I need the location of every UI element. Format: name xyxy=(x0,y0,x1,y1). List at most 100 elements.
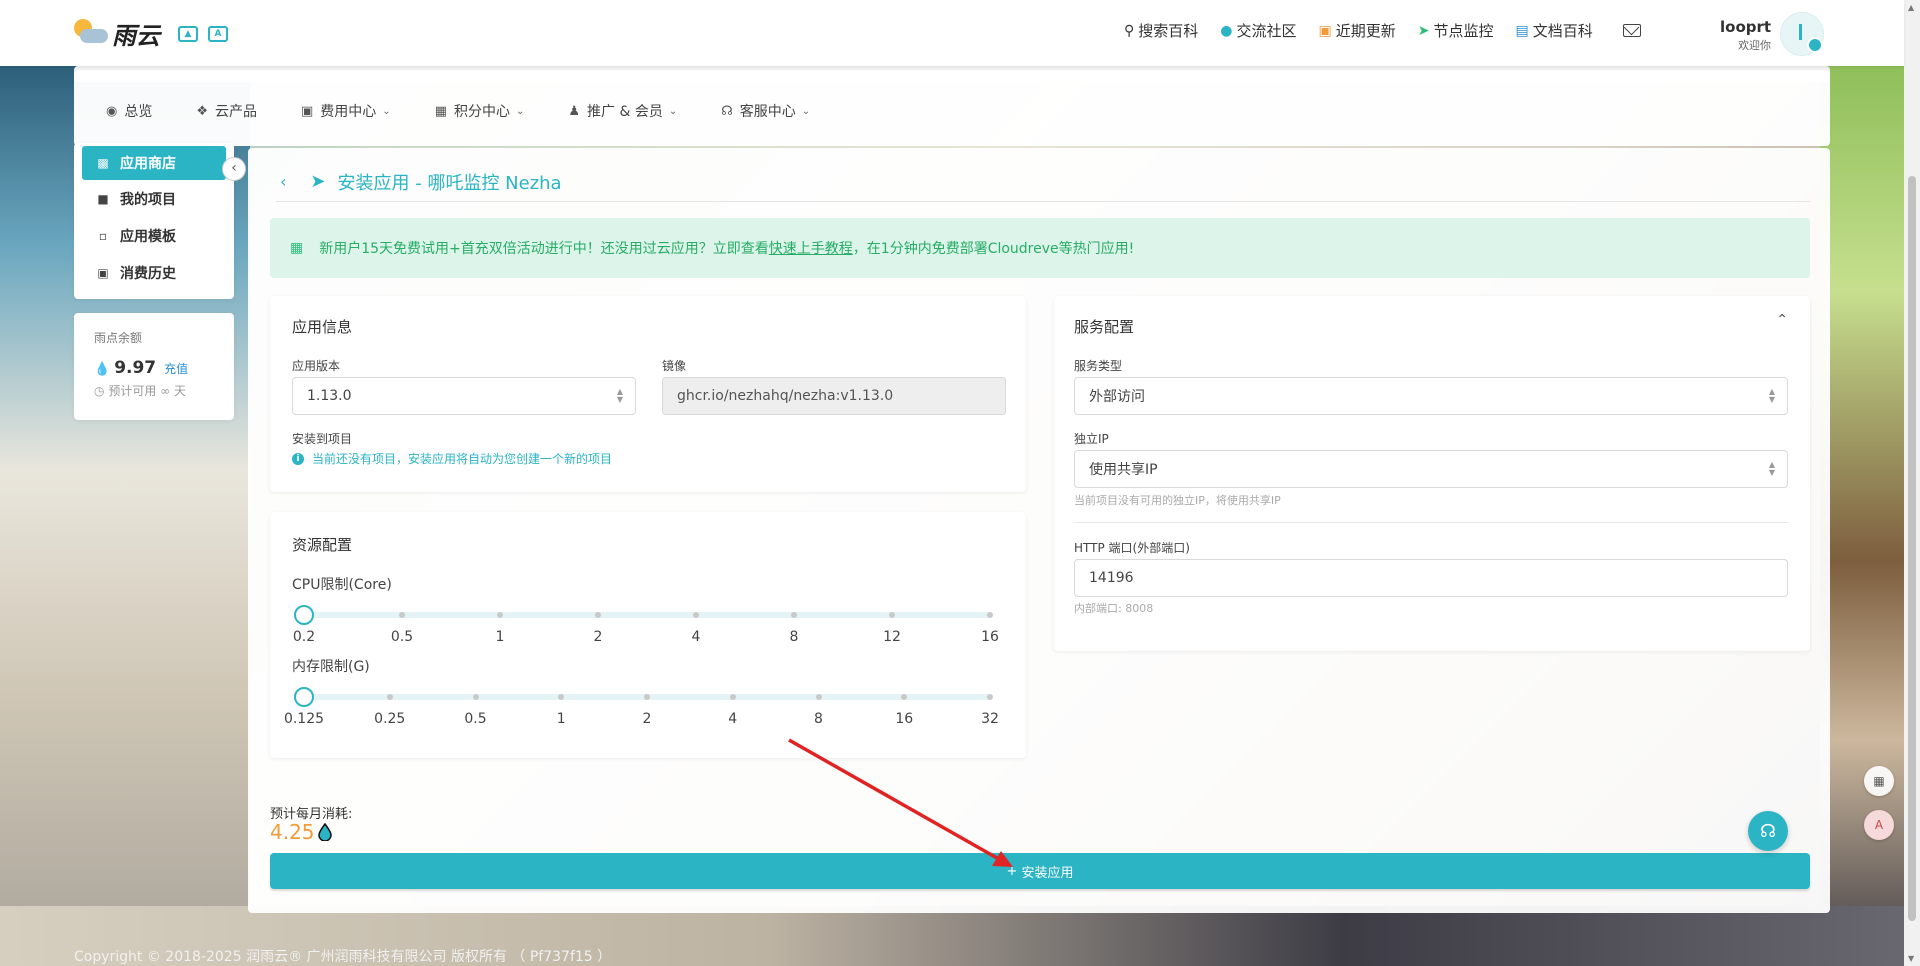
menu-item-overview[interactable]: ◉ 总览 xyxy=(106,101,152,121)
balance-label: 雨点余额 xyxy=(94,331,143,345)
internal-port-hint: 内部端口: 8008 xyxy=(1074,602,1154,615)
project-info: i 当前还没有项目，安装应用将自动为您创建一个新的项目 xyxy=(292,450,612,467)
sidebar-item-history[interactable]: ▣ 消费历史 xyxy=(74,254,234,291)
memory-slider-tick-label: 8 xyxy=(814,711,823,727)
memory-slider-tick-label: 0.25 xyxy=(374,711,406,727)
select-arrows-icon: ▲ ▼ xyxy=(1768,460,1775,477)
quickstart-link[interactable]: 快速上手教程 xyxy=(769,241,853,257)
sidebar-collapse-button[interactable]: ‹ xyxy=(222,157,246,181)
top-link-monitor[interactable]: ➤ 节点监控 xyxy=(1418,20,1494,41)
scroll-thumb[interactable] xyxy=(1908,176,1916,921)
port-input[interactable]: 14196 xyxy=(1074,559,1788,597)
grid-tool-button[interactable]: ▦ xyxy=(1864,766,1894,796)
resources-title: 资源配置 xyxy=(292,536,353,554)
balance-estimate: ◷ 预计可用 ∞ 天 xyxy=(94,384,186,398)
sidebar-item-app-store[interactable]: ▩ 应用商店 xyxy=(82,146,226,180)
recharge-link[interactable]: 充值 xyxy=(164,360,188,377)
gift-icon: ▦ xyxy=(434,103,447,119)
file-icon: ▫ xyxy=(98,228,108,243)
ip-hint: 当前项目没有可用的独立IP，将使用共享IP xyxy=(1074,494,1281,507)
cost-value: 4.25 xyxy=(270,820,332,844)
page-scrollbar[interactable]: ▲ ▼ xyxy=(1904,0,1920,966)
collapse-chevron-icon[interactable]: ⌃ xyxy=(1776,312,1788,328)
cpu-label: CPU限制(Core) xyxy=(292,577,392,593)
memory-slider-tick-label: 16 xyxy=(895,711,914,727)
cpu-slider-tick-label: 4 xyxy=(691,629,701,645)
select-arrows-icon: ▲ ▼ xyxy=(616,387,623,404)
version-select[interactable]: 1.13.0 ▲ ▼ xyxy=(292,377,636,415)
money-icon: ▣ xyxy=(97,265,109,280)
cpu-slider[interactable]: 0.2 0.5 1 2 4 8 12 16 xyxy=(293,605,999,645)
top-link-docs[interactable]: ▤ 文档百科 xyxy=(1516,20,1593,41)
alert-text-end: ，在1分钟内免费部署Cloudreve等热门应用! xyxy=(852,241,1135,257)
sidebar: ▩ 应用商店 ■ 我的项目 ▫ 应用模板 ▣ 消费历史 xyxy=(74,143,234,299)
customer-support-button[interactable]: ☊ xyxy=(1748,811,1788,851)
dashboard-icon: ◉ xyxy=(106,103,118,119)
memory-slider[interactable]: 0.125 0.25 0.5 1 2 4 8 16 32 xyxy=(284,687,999,727)
top-link-updates[interactable]: ▣ 近期更新 xyxy=(1319,20,1396,41)
translate-tool-button[interactable]: A xyxy=(1864,810,1894,840)
memory-slider-thumb[interactable] xyxy=(294,687,314,707)
version-label: 应用版本 xyxy=(292,359,341,373)
install-app-button[interactable]: + 安装应用 xyxy=(270,853,1810,889)
memory-slider-tick-label: 4 xyxy=(728,711,738,727)
promo-alert: ▦ 新用户15天免费试用+首充双倍活动进行中！还没用过云应用？立即查看快速上手教… xyxy=(270,218,1810,278)
translate-icon[interactable]: A xyxy=(208,25,228,42)
sidebar-item-templates[interactable]: ▫ 应用模板 xyxy=(74,217,234,254)
service-title: 服务配置 xyxy=(1074,318,1135,336)
cpu-slider-tick-label: 12 xyxy=(883,629,901,645)
gift-icon: ▦ xyxy=(290,240,304,256)
cpu-slider-stop[interactable] xyxy=(399,612,405,618)
top-link-community[interactable]: ● 交流社区 xyxy=(1220,20,1296,41)
service-type-select[interactable]: 外部访问 ▲ ▼ xyxy=(1074,377,1788,415)
port-label: HTTP 端口(外部端口) xyxy=(1074,541,1190,555)
mail-icon[interactable] xyxy=(1622,24,1641,37)
user-greeting: 欢迎你 xyxy=(1738,39,1772,52)
grid-icon: ▦ xyxy=(1873,774,1885,788)
menu-item-referral[interactable]: ♟ 推广 & 会员 ⌄ xyxy=(568,101,677,121)
raindrop-icon xyxy=(317,823,332,841)
back-icon[interactable]: ‹ xyxy=(280,172,286,191)
avatar[interactable] xyxy=(1780,12,1824,56)
memory-slider-stop[interactable] xyxy=(987,694,993,700)
memory-slider-stop[interactable] xyxy=(815,694,822,700)
cpu-slider-stop[interactable] xyxy=(889,612,895,618)
cpu-slider-tick-label: 0.2 xyxy=(292,629,316,645)
cpu-slider-stop[interactable] xyxy=(987,612,993,618)
memory-slider-stop[interactable] xyxy=(729,694,736,700)
cpu-slider-tick-label: 8 xyxy=(789,629,799,645)
menu-item-products[interactable]: ❖ 云产品 xyxy=(196,101,257,121)
top-link-search[interactable]: ⚲ 搜索百科 xyxy=(1124,20,1198,41)
app-info-title: 应用信息 xyxy=(292,318,353,336)
chevron-down-icon: ⌄ xyxy=(515,105,525,117)
menu-item-billing[interactable]: ▣ 费用中心 ⌄ xyxy=(301,101,391,121)
folder-icon: ■ xyxy=(97,191,109,206)
cpu-slider-stop[interactable] xyxy=(595,612,601,618)
scroll-down-icon[interactable]: ▼ xyxy=(1908,954,1914,963)
memory-slider-tick-label: 1 xyxy=(556,711,566,727)
cubes-icon: ❖ xyxy=(196,103,208,119)
cpu-slider-tick-label: 16 xyxy=(981,629,999,645)
cpu-slider-thumb[interactable] xyxy=(294,605,314,625)
brand-logo[interactable]: 雨云 ▲ A xyxy=(72,16,228,51)
memory-slider-stop[interactable] xyxy=(472,694,479,700)
cpu-slider-tick-label: 1 xyxy=(495,629,505,645)
sidebar-item-my-projects[interactable]: ■ 我的项目 xyxy=(74,180,234,217)
memory-slider-stop[interactable] xyxy=(386,694,393,700)
menu-item-points[interactable]: ▦ 积分中心 ⌄ xyxy=(435,101,525,121)
scroll-up-icon[interactable]: ▲ xyxy=(1908,3,1914,12)
user-info[interactable]: looprt 欢迎你 xyxy=(1720,18,1771,53)
memory-slider-stop[interactable] xyxy=(644,694,650,700)
cpu-slider-stop[interactable] xyxy=(693,612,699,618)
image-icon[interactable]: ▲ xyxy=(178,25,198,42)
cpu-slider-stop[interactable] xyxy=(791,612,797,618)
memory-slider-tick-label: 0.125 xyxy=(283,711,325,727)
money-icon: ▣ xyxy=(301,103,314,119)
cpu-slider-stop[interactable] xyxy=(497,612,503,618)
page-title: 安装应用 - 哪吒监控 Nezha xyxy=(337,172,562,194)
menu-item-support[interactable]: ☊ 客服中心 ⌄ xyxy=(721,101,810,121)
project-label: 安装到项目 xyxy=(292,432,353,446)
ip-select[interactable]: 使用共享IP ▲ ▼ xyxy=(1074,450,1788,488)
memory-slider-tick-label: 2 xyxy=(642,711,652,727)
balance-card: 雨点余额 💧 9.97 充值 ◷ 预计可用 ∞ 天 xyxy=(74,313,234,420)
